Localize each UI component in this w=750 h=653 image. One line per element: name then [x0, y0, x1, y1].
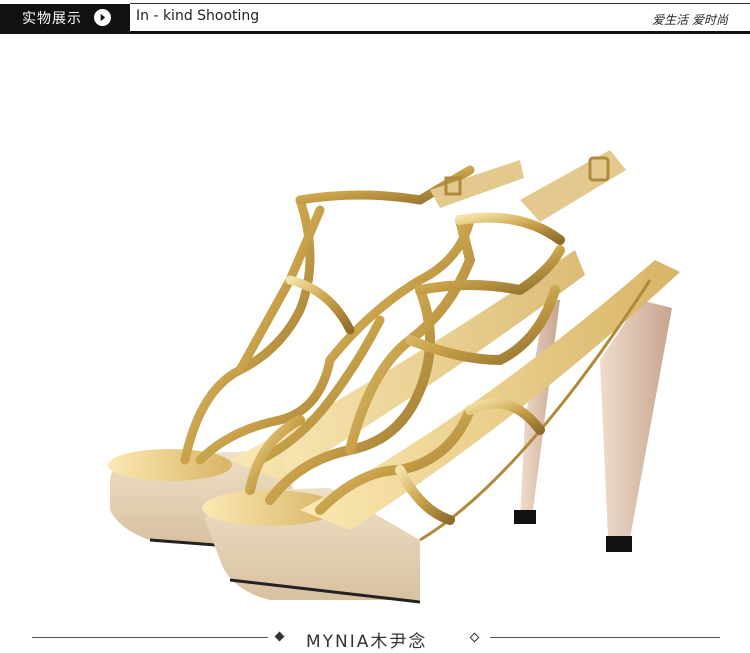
front-ankle-strap [520, 150, 626, 222]
section-tab-label: 实物展示 [22, 10, 82, 27]
footer-divider-left [32, 637, 268, 638]
diamond-outline-icon [469, 632, 480, 643]
footer-divider-right [490, 637, 720, 638]
section-subtitle: In - kind Shooting [136, 8, 260, 24]
section-tab: 实物展示 [0, 4, 130, 31]
section-header: 实物展示 In - kind Shooting 爱生活 爱时尚 [0, 0, 750, 36]
slogan-text: 爱生活 爱时尚 [652, 13, 728, 27]
product-photo [0, 40, 750, 620]
diamond-filled-icon [274, 631, 285, 642]
play-arrow-icon [94, 9, 111, 26]
back-heel-tip [514, 510, 536, 524]
header-bottom-rule [0, 31, 750, 34]
brand-footer: MYNIA木尹念 [0, 622, 750, 652]
brand-name: MYNIA木尹念 [306, 632, 428, 652]
front-heel-tip [606, 536, 632, 552]
header-top-rule [130, 3, 750, 4]
sandal-illustration [108, 150, 680, 604]
